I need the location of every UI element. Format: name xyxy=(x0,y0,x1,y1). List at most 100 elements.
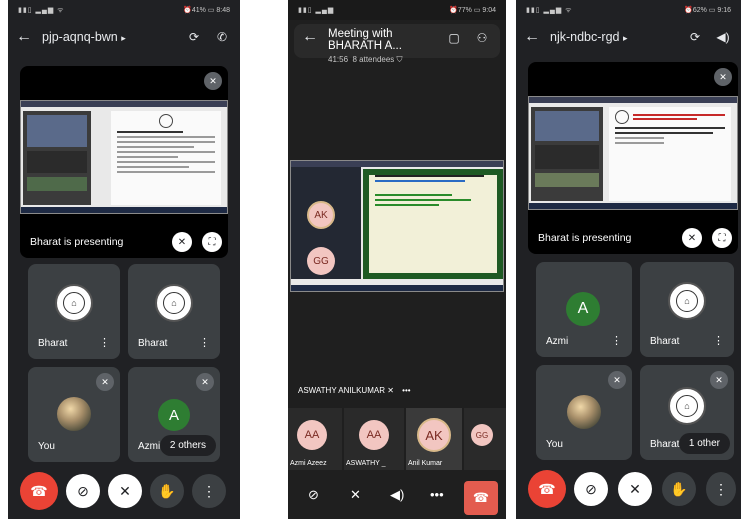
status-bar: ▮▮▯ ▂▄▆ ⏰77% ▭ 9:04 xyxy=(288,0,506,20)
speaker-icon[interactable]: ◀) xyxy=(713,27,733,47)
signal-indicators: ▮▮▯ ▂▄▆ ᯤ xyxy=(18,6,65,14)
camera-off-button[interactable]: ⊘ xyxy=(66,474,100,508)
mic-off-icon: ✕ xyxy=(204,72,222,90)
presentation-panel[interactable]: ✕ Bharat is presenting ✕ ⛶ xyxy=(20,66,228,258)
participant-name: Bharat xyxy=(650,336,680,347)
mic-off-icon: ✕ xyxy=(96,373,114,391)
more-options-icon[interactable]: ⋮ xyxy=(199,336,210,349)
filmstrip-tile[interactable]: AA Azmi Azeez xyxy=(288,408,342,470)
meeting-code: njk-ndbc-rgd xyxy=(550,30,620,44)
mute-presenter-icon[interactable]: ✕ xyxy=(172,232,192,252)
audio-output-icon[interactable]: ✆ xyxy=(212,27,232,47)
fullscreen-icon[interactable]: ⛶ xyxy=(712,228,732,248)
switch-camera-icon[interactable]: ⟳ xyxy=(685,27,705,47)
phone-screen-2: ▮▮▯ ▂▄▆ ⏰77% ▭ 9:04 ← Meeting with BHARA… xyxy=(288,0,506,519)
camera-off-icon[interactable]: ⊘ xyxy=(308,487,319,503)
elapsed-time: 41:56 xyxy=(328,55,349,64)
battery-time: ⏰77% ▭ 9:04 xyxy=(449,7,496,14)
mic-off-icon: ✕ xyxy=(196,373,214,391)
participant-tile[interactable]: A Azmi ⋮ xyxy=(536,262,632,357)
signal-indicators: ▮▮▯ ▂▄▆ ᯤ xyxy=(526,6,573,14)
presenting-label: Bharat is presenting xyxy=(538,232,632,244)
participant-name: Bharat xyxy=(650,439,680,450)
pinned-name: ASWATHY ANILKUMAR xyxy=(298,386,385,395)
status-bar: ▮▮▯ ▂▄▆ ᯤ ⏰41% ▭ 8:48 xyxy=(8,0,240,20)
academy-logo-avatar: ⌂ xyxy=(668,387,706,425)
battery-time: ⏰41% ▭ 8:48 xyxy=(183,7,230,14)
speaker-icon[interactable]: ◀) xyxy=(390,487,404,503)
participant-tile[interactable]: ⌂ Bharat ⋮ xyxy=(640,262,734,357)
academy-logo-avatar: ⌂ xyxy=(155,284,193,322)
meeting-code: pjp-aqnq-bwn xyxy=(42,30,118,44)
filmstrip-tile[interactable]: AK Anil Kumar xyxy=(406,408,462,470)
caret-right-icon: ▸ xyxy=(622,33,628,43)
others-count-pill[interactable]: 2 others xyxy=(159,435,216,456)
more-options-button[interactable]: ⋮ xyxy=(706,472,736,506)
participant-avatar: AK xyxy=(417,418,451,452)
academy-logo-avatar: ⌂ xyxy=(668,282,706,320)
pinned-participant-bar[interactable]: ASWATHY ANILKUMAR ✕ ••• xyxy=(298,386,411,395)
meeting-header: ← pjp-aqnq-bwn ▸ ⟳ ✆ xyxy=(8,20,240,54)
shield-icon: ⛉ xyxy=(396,55,403,64)
shared-screen xyxy=(20,100,228,214)
battery-time: ⏰62% ▭ 9:16 xyxy=(684,7,731,14)
presentation-panel[interactable]: ✕ Bharat is presenting ✕ ⛶ xyxy=(528,62,738,254)
filmstrip-tile[interactable]: AA ASWATHY _ xyxy=(344,408,404,470)
participant-avatar: AA xyxy=(297,420,327,450)
participant-tile[interactable]: ✕ A Azmi 2 others xyxy=(128,367,220,462)
raise-hand-button[interactable]: ✋ xyxy=(662,472,696,506)
participant-name: Anil Kumar xyxy=(408,460,443,467)
participant-tile[interactable]: ✕ ⌂ Bharat 1 other xyxy=(640,365,734,460)
raise-hand-button[interactable]: ✋ xyxy=(150,474,184,508)
academy-logo-avatar: ⌂ xyxy=(55,284,93,322)
participant-name: Bharat xyxy=(138,338,168,349)
participant-name: You xyxy=(546,439,563,450)
mic-off-button[interactable]: ✕ xyxy=(108,474,142,508)
participant-tile[interactable]: ✕ You xyxy=(536,365,632,460)
attendee-count[interactable]: 8 attendees xyxy=(352,55,394,64)
phone-screen-1: ▮▮▯ ▂▄▆ ᯤ ⏰41% ▭ 8:48 ← pjp-aqnq-bwn ▸ ⟳… xyxy=(8,0,240,519)
participant-name: Bharat xyxy=(38,338,68,349)
participant-tile[interactable]: ⌂ Bharat ⋮ xyxy=(128,264,220,359)
meeting-subtitle: 41:56 8 attendees ⛉ xyxy=(328,55,436,65)
user-photo-avatar xyxy=(57,397,91,431)
participant-name: ASWATHY _ xyxy=(346,460,386,467)
end-call-button[interactable]: ☎ xyxy=(20,472,58,510)
participant-name: Azmi xyxy=(546,336,569,347)
meeting-code-button[interactable]: njk-ndbc-rgd ▸ xyxy=(550,30,677,44)
back-arrow-icon[interactable]: ← xyxy=(16,28,34,46)
chat-icon[interactable]: ▢ xyxy=(444,28,464,48)
participant-tile[interactable]: ✕ You xyxy=(28,367,120,462)
letter-avatar: A xyxy=(158,399,190,431)
meeting-header: ← njk-ndbc-rgd ▸ ⟳ ◀) xyxy=(516,20,741,54)
back-arrow-icon[interactable]: ← xyxy=(302,28,320,46)
switch-camera-icon[interactable]: ⟳ xyxy=(184,27,204,47)
mic-off-icon[interactable]: ✕ xyxy=(350,487,361,503)
fullscreen-icon[interactable]: ⛶ xyxy=(202,232,222,252)
filmstrip-tile[interactable]: GG xyxy=(464,408,506,470)
more-options-icon[interactable]: ⋮ xyxy=(713,334,724,347)
more-options-icon[interactable]: ⋮ xyxy=(611,334,622,347)
participant-avatar: AA xyxy=(359,420,389,450)
more-options-icon[interactable]: ⋮ xyxy=(99,336,110,349)
mic-off-button[interactable]: ✕ xyxy=(618,472,652,506)
meeting-title: Meeting with BHARATH A... xyxy=(328,28,402,52)
participant-name: Azmi xyxy=(138,441,161,452)
participant-avatar: GG xyxy=(471,424,493,446)
end-call-button[interactable]: ☎ xyxy=(528,470,566,508)
more-options-icon[interactable]: ••• xyxy=(402,386,410,395)
participant-name: Azmi Azeez xyxy=(290,460,327,467)
back-arrow-icon[interactable]: ← xyxy=(524,28,542,46)
meeting-code-button[interactable]: pjp-aqnq-bwn ▸ xyxy=(42,30,176,44)
more-options-icon[interactable]: ••• xyxy=(430,487,444,502)
people-icon[interactable]: ⚇ xyxy=(472,28,492,48)
mute-presenter-icon[interactable]: ✕ xyxy=(682,228,702,248)
participant-tile[interactable]: ⌂ Bharat ⋮ xyxy=(28,264,120,359)
more-options-button[interactable]: ⋮ xyxy=(192,474,226,508)
mic-off-icon: ✕ xyxy=(710,371,728,389)
screen-avatar: AK xyxy=(307,201,335,229)
call-controls: ⊘ ✕ ◀) ••• ☎ xyxy=(288,475,506,519)
others-count-pill[interactable]: 1 other xyxy=(678,433,730,454)
camera-off-button[interactable]: ⊘ xyxy=(574,472,608,506)
end-call-button[interactable]: ☎ xyxy=(464,481,498,515)
